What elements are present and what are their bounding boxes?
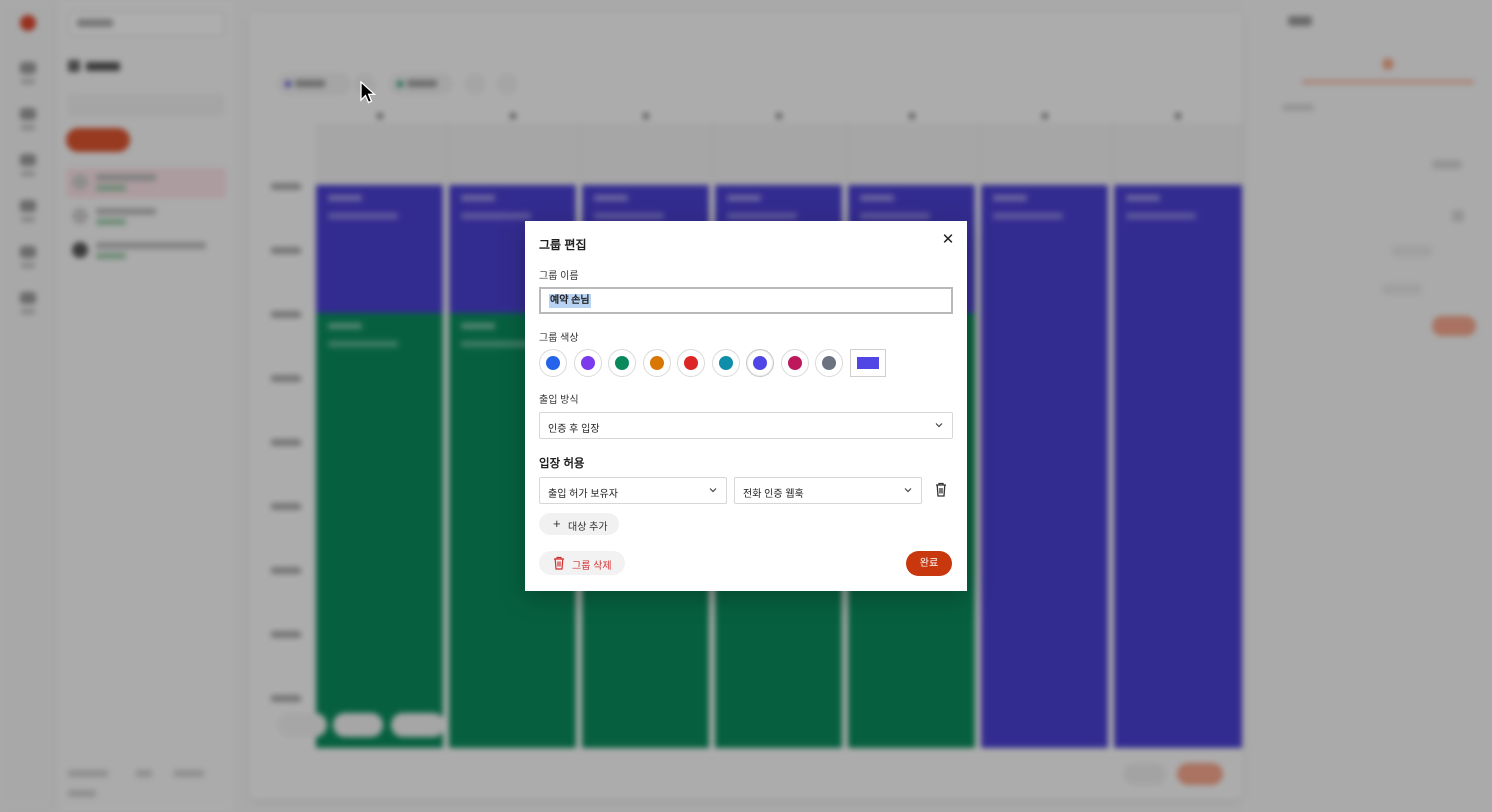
custom-color-picker[interactable] (850, 349, 886, 377)
color-swatch[interactable] (642, 349, 671, 377)
entry-method-value: 전화 인증 웹훅 (743, 489, 804, 500)
trash-icon[interactable] (931, 480, 951, 500)
entry-target-value: 출입 허가 보유자 (548, 489, 618, 500)
mouse-cursor-icon (360, 80, 377, 104)
color-swatch[interactable] (711, 349, 740, 377)
color-swatch-selected[interactable] (746, 349, 774, 377)
trash-icon (554, 556, 564, 570)
add-target-button[interactable]: + 대상 추가 (539, 513, 619, 535)
color-swatch[interactable] (677, 349, 705, 377)
custom-color-preview (857, 357, 879, 369)
entry-allow-title: 입장 허용 (539, 458, 585, 470)
add-target-label: 대상 추가 (568, 522, 608, 533)
plus-icon: + (553, 516, 561, 531)
color-swatch[interactable] (780, 349, 809, 377)
group-name-input[interactable]: 예약 손님 (539, 287, 953, 314)
chevron-down-icon (935, 423, 943, 428)
access-method-value: 인증 후 입장 (548, 424, 600, 435)
entry-method-select[interactable]: 전화 인증 웹훅 (734, 477, 922, 504)
dialog-title: 그룹 편집 (539, 238, 587, 252)
group-name-value: 예약 손님 (549, 294, 591, 308)
entry-target-select[interactable]: 출입 허가 보유자 (539, 477, 727, 504)
color-swatches (539, 349, 899, 377)
group-edit-dialog: 그룹 편집 ✕ 그룹 이름 예약 손님 그룹 색상 출입 방식 인증 후 입장 … (525, 221, 967, 591)
color-swatch[interactable] (539, 349, 567, 377)
chevron-down-icon (904, 488, 912, 493)
color-swatch[interactable] (573, 349, 602, 377)
chevron-down-icon (709, 488, 717, 493)
done-button[interactable]: 완료 (906, 551, 952, 576)
group-name-label: 그룹 이름 (539, 271, 579, 282)
color-swatch[interactable] (608, 349, 636, 377)
close-icon[interactable]: ✕ (939, 231, 957, 249)
delete-group-label: 그룹 삭제 (572, 561, 612, 572)
access-method-select[interactable]: 인증 후 입장 (539, 412, 953, 439)
delete-group-button[interactable]: 그룹 삭제 (539, 551, 625, 575)
access-method-label: 출입 방식 (539, 395, 579, 406)
group-color-label: 그룹 색상 (539, 333, 579, 344)
color-swatch[interactable] (815, 349, 843, 377)
